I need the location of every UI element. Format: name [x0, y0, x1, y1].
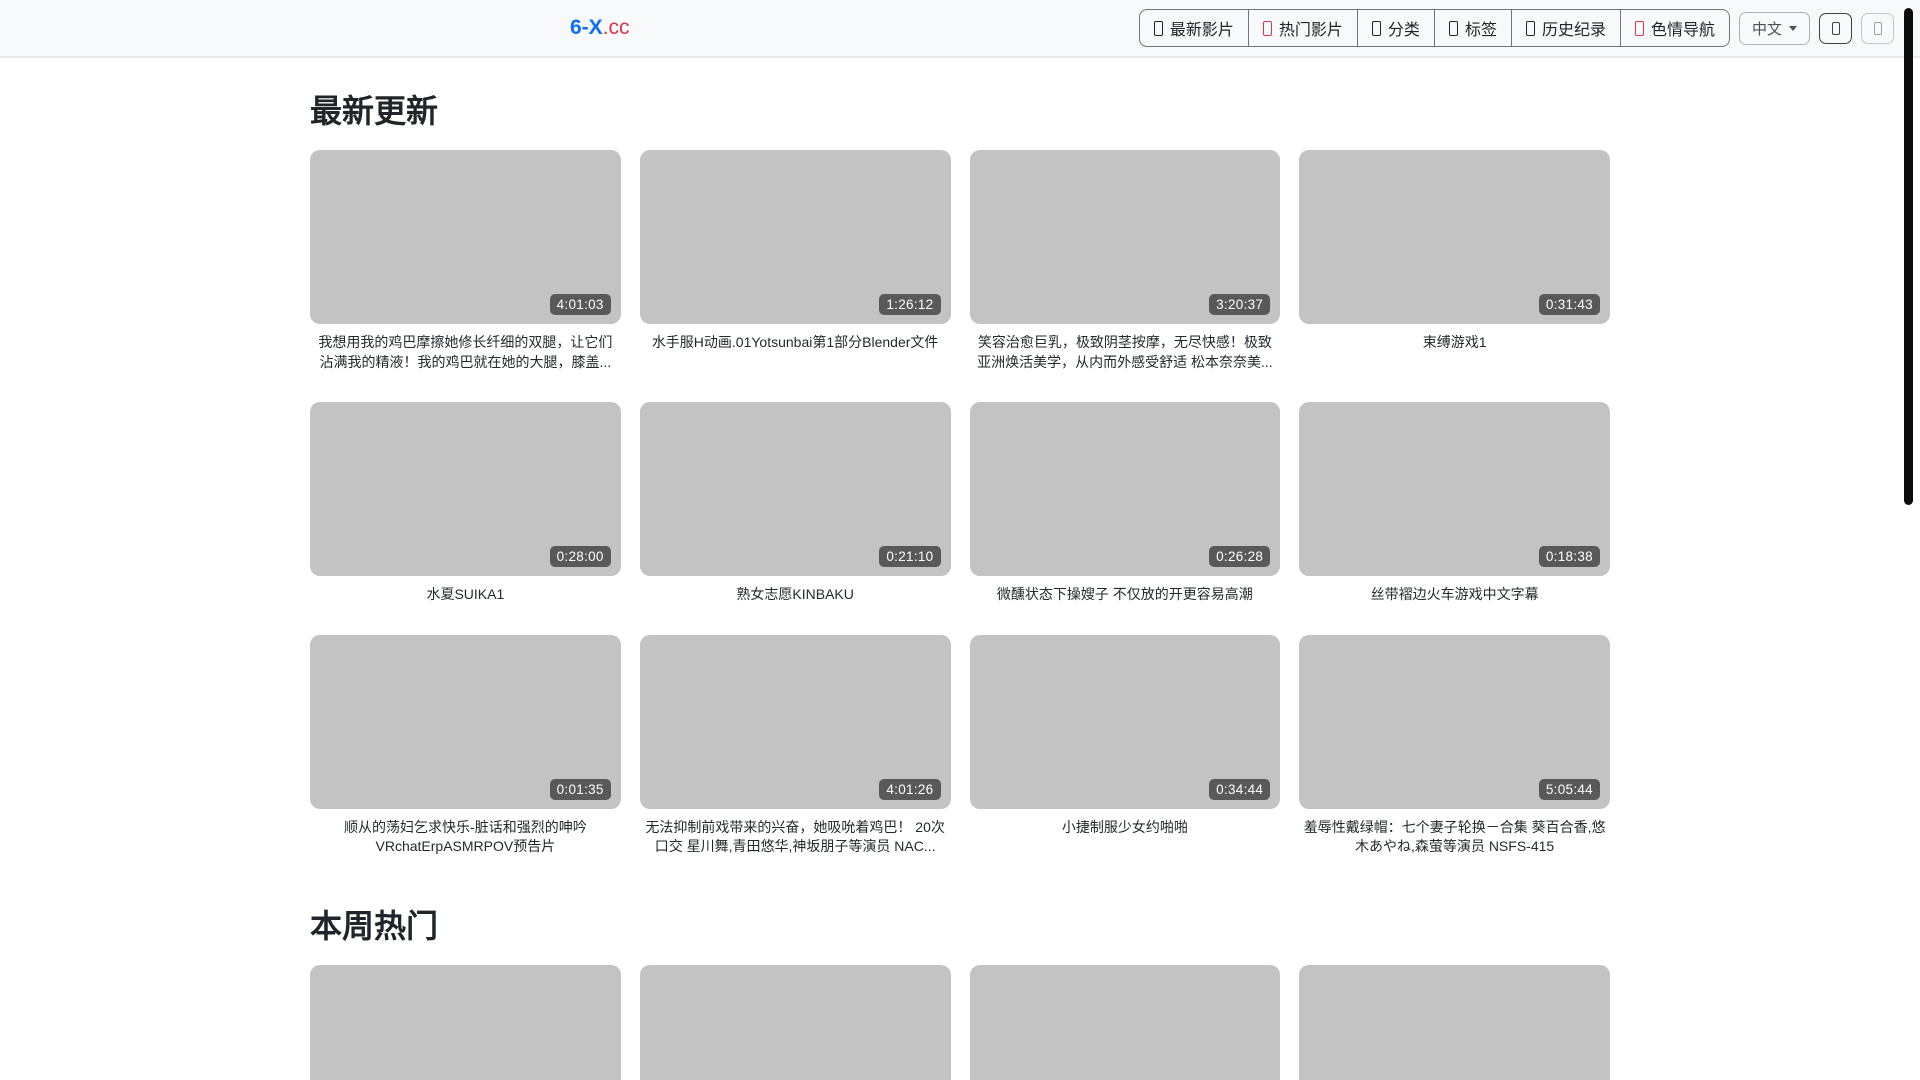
video-title[interactable]: 笑容治愈巨乳，极致阴茎按摩，无尽快感！极致亚洲焕活美学，从内而外感受舒适 松本奈…	[970, 333, 1281, 372]
placeholder-icon	[1831, 21, 1840, 35]
duration-badge: 0:21:10	[879, 546, 941, 568]
video-card[interactable]: 5:05:44 羞辱性戴绿帽：七个妻子轮换－合集 葵百合香,悠木あやね,森萤等演员…	[1299, 634, 1610, 857]
section-title: 本周热门	[310, 907, 439, 944]
video-title[interactable]: 熟女志愿KINBAKU	[640, 585, 951, 605]
video-card[interactable]: 3:20:37 笑容治愈巨乳，极致阴茎按摩，无尽快感！极致亚洲焕活美学，从内而外感…	[969, 150, 1281, 372]
nav-button-hot[interactable]: 热门影片	[1247, 9, 1358, 47]
nav-button-label: 历史纪录	[1541, 22, 1606, 39]
video-section: 本周热门	[310, 901, 1610, 1080]
placeholder-icon	[1153, 20, 1163, 36]
nav-button-group: 最新影片 热门影片 分类 标签 历史纪录 色情导航	[1138, 9, 1730, 47]
video-title[interactable]: 微醺状态下操嫂子 不仅放的开更容易高潮	[970, 585, 1281, 605]
video-thumbnail[interactable]: 0:01:35	[310, 634, 621, 809]
video-title[interactable]: 我想用我的鸡巴摩擦她修长纤细的双腿，让它们沾满我的精液！我的鸡巴就在她的大腿，膝…	[310, 333, 621, 372]
video-card[interactable]	[310, 964, 621, 1080]
video-title[interactable]: 丝带褶边火车游戏中文字幕	[1299, 585, 1610, 605]
site-logo[interactable]: 6-X .cc	[570, 0, 630, 56]
video-card[interactable]: 0:26:28 微醺状态下操嫂子 不仅放的开更容易高潮	[969, 402, 1281, 605]
duration-badge: 0:18:38	[1538, 546, 1600, 568]
video-thumbnail[interactable]: 1:26:12	[639, 150, 951, 324]
duration-badge: 3:20:37	[1209, 294, 1271, 315]
duration-badge: 5:05:44	[1538, 778, 1600, 800]
video-title[interactable]: 羞辱性戴绿帽：七个妻子轮换－合集 葵百合香,悠木あやね,森萤等演员 NSFS-4…	[1299, 818, 1610, 857]
nav-button-history[interactable]: 历史纪录	[1510, 9, 1621, 47]
nav-button-categories[interactable]: 分类	[1356, 9, 1435, 47]
placeholder-icon	[1525, 20, 1535, 36]
video-card[interactable]: 0:28:00 水夏SUIKA1	[310, 402, 621, 605]
video-thumbnail[interactable]: 0:21:10	[639, 402, 951, 577]
video-card[interactable]: 4:01:26 无法抑制前戏带来的兴奋，她吸吮着鸡巴！ 20次口交 星川舞,青田悠…	[639, 634, 951, 857]
video-card[interactable]	[1299, 964, 1610, 1080]
header-icon-button-1[interactable]	[1819, 12, 1852, 44]
duration-badge: 0:31:43	[1538, 294, 1600, 315]
video-title[interactable]: 水夏SUIKA1	[310, 585, 621, 605]
video-card[interactable]: 0:34:44 小捷制服少女约啪啪	[969, 634, 1281, 857]
nav-button-label: 色情导航	[1650, 22, 1715, 39]
video-thumbnail[interactable]: 0:31:43	[1299, 150, 1610, 324]
duration-badge: 4:01:03	[549, 294, 611, 315]
video-card[interactable]: 1:26:12 水手服H动画.01Yotsunbai第1部分Blender文件	[639, 150, 951, 372]
video-thumbnail[interactable]: 0:26:28	[969, 402, 1281, 577]
navbar-actions: 最新影片 热门影片 分类 标签 历史纪录 色情导航 中文	[1138, 0, 1894, 56]
video-card[interactable]: 0:18:38 丝带褶边火车游戏中文字幕	[1299, 402, 1610, 605]
nav-button-label: 分类	[1387, 22, 1420, 39]
nav-button-tags[interactable]: 标签	[1433, 9, 1512, 47]
video-thumbnail[interactable]	[969, 964, 1281, 1080]
video-section: 最新更新 4:01:03 我想用我的鸡巴摩擦她修长纤细的双腿，让它们沾满我的精液！我…	[310, 86, 1610, 887]
video-thumbnail[interactable]: 0:28:00	[310, 402, 621, 577]
video-thumbnail[interactable]: 5:05:44	[1299, 634, 1610, 809]
section-title: 最新更新	[310, 93, 439, 129]
nav-button-nav-links[interactable]: 色情导航	[1619, 9, 1730, 47]
video-thumbnail[interactable]	[639, 964, 951, 1080]
duration-badge: 0:28:00	[549, 546, 611, 568]
nav-button-label: 最新影片	[1169, 22, 1234, 39]
site-logo-primary: 6-X	[570, 16, 603, 39]
video-thumbnail[interactable]: 4:01:03	[310, 150, 621, 324]
vertical-scrollbar-thumb[interactable]	[1904, 8, 1913, 505]
language-dropdown-label: 中文	[1751, 20, 1782, 38]
placeholder-icon	[1262, 20, 1272, 36]
video-thumbnail[interactable]	[1299, 964, 1610, 1080]
header-icon-button-2[interactable]	[1861, 12, 1894, 44]
nav-button-label: 热门影片	[1278, 22, 1343, 39]
video-card[interactable]: 4:01:03 我想用我的鸡巴摩擦她修长纤细的双腿，让它们沾满我的精液！我的鸡巴就…	[310, 150, 621, 372]
video-title[interactable]: 水手服H动画.01Yotsunbai第1部分Blender文件	[640, 333, 951, 353]
placeholder-icon	[1873, 21, 1882, 35]
video-card[interactable]: 0:01:35 顺从的荡妇乞求快乐-脏话和强烈的呻吟 VRchatErpASMRP…	[310, 634, 621, 857]
video-thumbnail[interactable]: 3:20:37	[969, 150, 1281, 324]
main-content: 最新更新 4:01:03 我想用我的鸡巴摩擦她修长纤细的双腿，让它们沾满我的精液！我…	[310, 86, 1610, 1080]
chevron-down-icon	[1789, 25, 1797, 31]
video-thumbnail[interactable]: 4:01:26	[639, 634, 951, 809]
video-thumbnail[interactable]: 0:34:44	[969, 634, 1281, 809]
video-grid: 4:01:03 我想用我的鸡巴摩擦她修长纤细的双腿，让它们沾满我的精液！我的鸡巴就…	[310, 150, 1610, 887]
video-grid	[310, 964, 1610, 1080]
duration-badge: 4:01:26	[879, 778, 941, 800]
video-title[interactable]: 无法抑制前戏带来的兴奋，她吸吮着鸡巴！ 20次口交 星川舞,青田悠华,神坂朋子等…	[640, 818, 951, 857]
video-card[interactable]: 0:31:43 束缚游戏1	[1299, 150, 1610, 372]
nav-button-latest[interactable]: 最新影片	[1138, 9, 1249, 47]
duration-badge: 0:26:28	[1209, 546, 1271, 568]
top-navbar: 6-X .cc 最新影片 热门影片 分类 标签 历史纪录 色情导航 中文	[0, 0, 1920, 58]
video-title[interactable]: 小捷制服少女约啪啪	[970, 818, 1281, 838]
video-title[interactable]: 顺从的荡妇乞求快乐-脏话和强烈的呻吟 VRchatErpASMRPOV预告片	[310, 818, 621, 857]
duration-badge: 0:34:44	[1209, 778, 1271, 800]
placeholder-icon	[1448, 20, 1458, 36]
video-thumbnail[interactable]	[310, 964, 621, 1080]
video-card[interactable]	[969, 964, 1281, 1080]
video-title[interactable]: 束缚游戏1	[1299, 333, 1610, 353]
duration-badge: 0:01:35	[549, 778, 611, 800]
placeholder-icon	[1634, 20, 1644, 36]
video-thumbnail[interactable]: 0:18:38	[1299, 402, 1610, 577]
site-logo-suffix: .cc	[602, 16, 630, 39]
video-card[interactable]: 0:21:10 熟女志愿KINBAKU	[639, 402, 951, 605]
placeholder-icon	[1371, 20, 1381, 36]
video-card[interactable]	[639, 964, 951, 1080]
nav-button-label: 标签	[1464, 22, 1497, 39]
duration-badge: 1:26:12	[879, 294, 941, 315]
language-dropdown[interactable]: 中文	[1738, 11, 1810, 45]
